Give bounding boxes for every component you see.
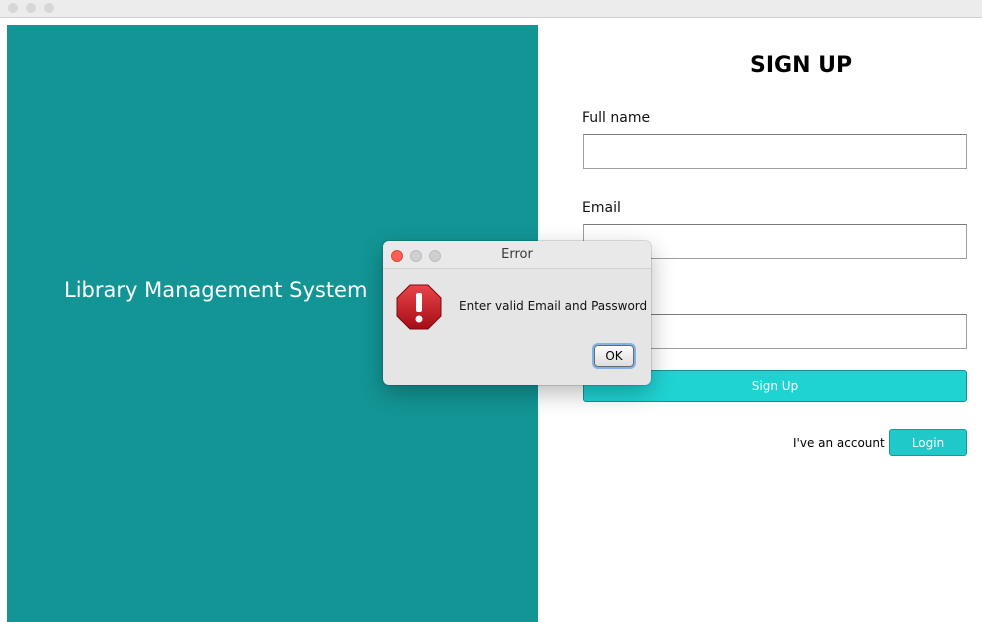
window-zoom-dot[interactable] [44,3,54,13]
window-minimize-dot[interactable] [26,3,36,13]
app-title: Library Management System [64,278,368,302]
email-label: Email [582,200,621,216]
error-stop-icon [396,284,442,330]
dialog-titlebar: Error [383,241,651,269]
full-name-field[interactable] [583,134,967,169]
dialog-message: Enter valid Email and Password [459,299,648,313]
login-button[interactable]: Login [889,429,967,456]
have-account-text: I've an account [793,436,885,450]
dialog-title: Error [501,247,533,262]
window-close-dot[interactable] [8,3,18,13]
ok-button[interactable]: OK [594,345,634,367]
full-name-label: Full name [582,110,651,126]
error-dialog: Error Enter valid Email and Password OK [383,241,651,385]
window-titlebar [0,0,982,18]
signup-heading: SIGN UP [750,53,853,78]
